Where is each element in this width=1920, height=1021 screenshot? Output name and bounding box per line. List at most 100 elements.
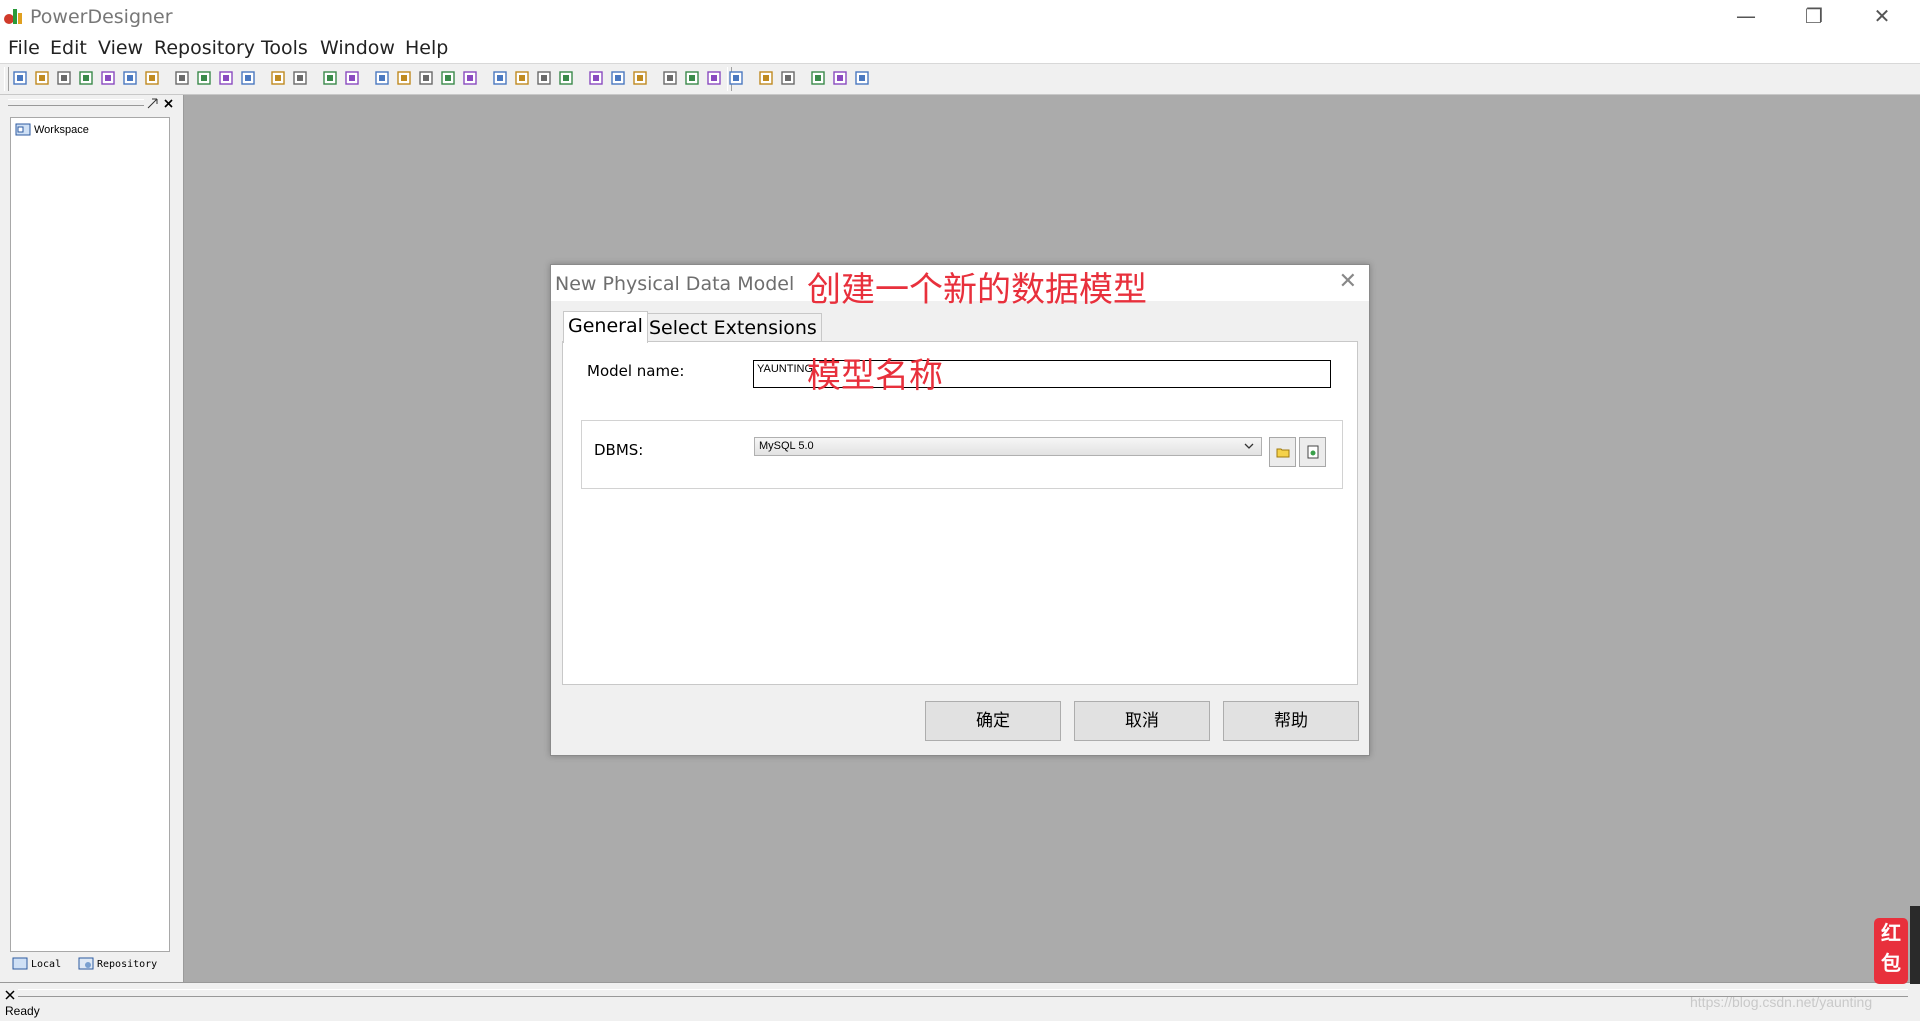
dbms-select[interactable]: MySQL 5.0 bbox=[754, 437, 1262, 456]
redo-icon[interactable] bbox=[292, 70, 309, 87]
ok-button[interactable]: 确定 bbox=[925, 701, 1061, 741]
text-icon[interactable] bbox=[558, 70, 575, 87]
align-left-icon[interactable] bbox=[662, 70, 679, 87]
delete-icon[interactable] bbox=[240, 70, 257, 87]
align-left-icon-glyph bbox=[663, 71, 677, 85]
symbol-icon-glyph bbox=[463, 71, 477, 85]
bring-front-icon[interactable] bbox=[706, 70, 723, 87]
cancel-button[interactable]: 取消 bbox=[1074, 701, 1210, 741]
close-window-button[interactable]: ✕ bbox=[1848, 0, 1916, 34]
undo-icon-glyph bbox=[271, 71, 285, 85]
zoom-out-icon[interactable] bbox=[780, 70, 797, 87]
chevron-down-icon bbox=[1244, 443, 1254, 449]
copy-icon[interactable] bbox=[196, 70, 213, 87]
bring-front-icon-glyph bbox=[707, 71, 721, 85]
open-icon-glyph bbox=[57, 71, 71, 85]
save-icon[interactable] bbox=[78, 70, 95, 87]
move-icon[interactable] bbox=[440, 70, 457, 87]
model-name-label: Model name: bbox=[587, 362, 685, 380]
import-icon-glyph bbox=[589, 71, 603, 85]
tree-item-label: Workspace bbox=[34, 124, 89, 136]
line-icon-glyph bbox=[515, 71, 529, 85]
print-icon-glyph bbox=[145, 71, 159, 85]
object-browser: Workspace Local Repository bbox=[0, 95, 184, 982]
close-browser-icon[interactable] bbox=[163, 98, 174, 109]
new-icon[interactable] bbox=[12, 70, 29, 87]
menu-view[interactable]: View bbox=[98, 37, 143, 59]
send-back-icon[interactable] bbox=[728, 70, 745, 87]
dbms-group: DBMS: MySQL 5.0 bbox=[581, 420, 1343, 489]
print-preview-icon-glyph bbox=[123, 71, 137, 85]
redo-icon-glyph bbox=[293, 71, 307, 85]
tab-general[interactable]: General bbox=[563, 311, 648, 343]
group-icon-glyph bbox=[493, 71, 507, 85]
print-preview-icon[interactable] bbox=[122, 70, 139, 87]
import-icon[interactable] bbox=[588, 70, 605, 87]
status-text: Ready bbox=[5, 1004, 40, 1018]
menu-repository[interactable]: Repository bbox=[154, 37, 255, 59]
local-icon bbox=[12, 957, 28, 970]
check-model-icon-glyph bbox=[345, 71, 359, 85]
menu-edit[interactable]: Edit bbox=[50, 37, 87, 59]
tab-select-extensions[interactable]: Select Extensions bbox=[644, 313, 822, 342]
folder-icon bbox=[1276, 448, 1289, 458]
menu-file[interactable]: File bbox=[8, 37, 40, 59]
align-top-icon[interactable] bbox=[684, 70, 701, 87]
text-icon-glyph bbox=[559, 71, 573, 85]
save-all-icon[interactable] bbox=[100, 70, 117, 87]
undo-icon[interactable] bbox=[270, 70, 287, 87]
forward-icon[interactable] bbox=[632, 70, 649, 87]
link-icon[interactable] bbox=[418, 70, 435, 87]
link-icon-glyph bbox=[419, 71, 433, 85]
properties-icon[interactable] bbox=[322, 70, 339, 87]
save-all-icon-glyph bbox=[101, 71, 115, 85]
workspace-icon bbox=[15, 123, 31, 136]
result-icon-glyph bbox=[855, 71, 869, 85]
bend-icon[interactable] bbox=[536, 70, 553, 87]
print-icon[interactable] bbox=[144, 70, 161, 87]
tab-repository-label: Repository bbox=[97, 958, 158, 970]
export-icon-glyph bbox=[611, 71, 625, 85]
menu-window[interactable]: Window bbox=[320, 37, 395, 59]
paste-icon[interactable] bbox=[218, 70, 235, 87]
symbol-icon[interactable] bbox=[462, 70, 479, 87]
output-icon[interactable] bbox=[832, 70, 849, 87]
toolbar-grip[interactable] bbox=[4, 67, 9, 91]
new-icon-glyph bbox=[13, 71, 27, 85]
menu-tools[interactable]: Tools bbox=[261, 37, 308, 59]
close-output-icon[interactable] bbox=[5, 990, 15, 1000]
hongbao-widget[interactable]: 红包 bbox=[1874, 918, 1908, 984]
tab-local[interactable]: Local bbox=[12, 954, 62, 974]
delete-icon-glyph bbox=[241, 71, 255, 85]
result-icon[interactable] bbox=[854, 70, 871, 87]
restore-button[interactable]: ❐ bbox=[1780, 0, 1848, 34]
check-model-icon[interactable] bbox=[344, 70, 361, 87]
menu-help[interactable]: Help bbox=[405, 37, 448, 59]
dialog-close-button[interactable]: ✕ bbox=[1339, 269, 1357, 294]
forward-icon-glyph bbox=[633, 71, 647, 85]
output-splitter[interactable] bbox=[18, 989, 1908, 997]
export-icon[interactable] bbox=[610, 70, 627, 87]
browser-grip[interactable] bbox=[8, 99, 144, 106]
group-icon[interactable] bbox=[492, 70, 509, 87]
cut-icon[interactable] bbox=[174, 70, 191, 87]
browse-icon[interactable] bbox=[374, 70, 391, 87]
side-scroll-strip bbox=[1910, 906, 1920, 984]
browser-icon[interactable] bbox=[810, 70, 827, 87]
help-button[interactable]: 帮助 bbox=[1223, 701, 1359, 741]
tree-item-workspace[interactable]: Workspace bbox=[15, 122, 89, 138]
package-icon[interactable] bbox=[396, 70, 413, 87]
zoom-in-icon[interactable] bbox=[758, 70, 775, 87]
send-back-icon-glyph bbox=[729, 71, 743, 85]
tab-repository[interactable]: Repository bbox=[78, 954, 158, 974]
dbms-properties-button[interactable] bbox=[1299, 437, 1326, 467]
minimize-button[interactable]: — bbox=[1712, 0, 1780, 34]
dock-icon[interactable] bbox=[147, 98, 158, 109]
line-icon[interactable] bbox=[514, 70, 531, 87]
general-tab-panel: Model name: YAUNTING 模型名称 DBMS: MySQL 5.… bbox=[562, 341, 1358, 685]
open-icon[interactable] bbox=[56, 70, 73, 87]
repository-icon bbox=[78, 957, 94, 970]
browse-dbms-button[interactable] bbox=[1269, 437, 1296, 467]
open-model-icon[interactable] bbox=[34, 70, 51, 87]
zoom-out-icon-glyph bbox=[781, 71, 795, 85]
